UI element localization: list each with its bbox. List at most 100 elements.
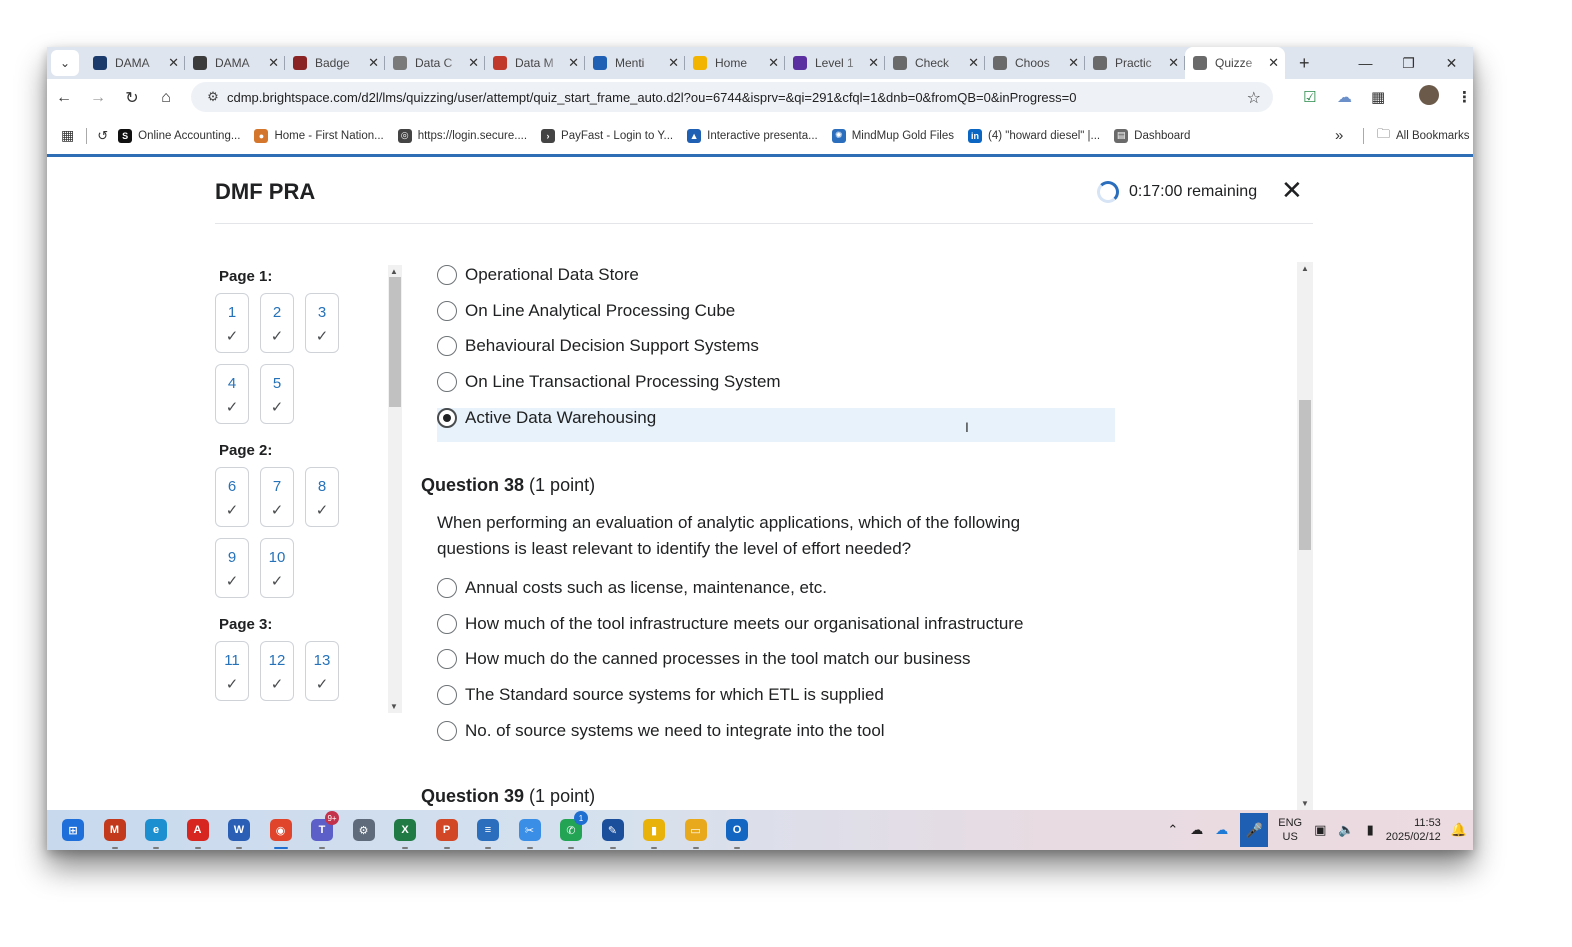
scroll-down-icon[interactable]: ▼ bbox=[390, 702, 398, 711]
minimize-button[interactable]: — bbox=[1344, 47, 1387, 79]
network-icon[interactable]: ▣ bbox=[1314, 822, 1326, 838]
tab-11[interactable]: Practic ✕ bbox=[1085, 47, 1185, 79]
tab-9[interactable]: Check ✕ bbox=[885, 47, 985, 79]
acrobat-taskbar-icon[interactable]: A bbox=[183, 815, 213, 849]
edge-taskbar-icon[interactable]: e bbox=[141, 815, 171, 849]
question-nav-button[interactable]: 5 ✓ bbox=[260, 364, 294, 424]
question-nav-button[interactable]: 6 ✓ bbox=[215, 467, 249, 527]
excel-taskbar-icon[interactable]: X bbox=[390, 815, 420, 849]
close-tab-icon[interactable]: ✕ bbox=[768, 55, 779, 71]
radio-button[interactable] bbox=[437, 265, 457, 285]
radio-button[interactable] bbox=[437, 408, 457, 428]
extensions-puzzle-icon[interactable]: ▦ bbox=[1371, 88, 1385, 106]
answer-option[interactable]: Annual costs such as license, maintenanc… bbox=[437, 578, 827, 598]
close-tab-icon[interactable]: ✕ bbox=[668, 55, 679, 71]
bookmark-item[interactable]: S Online Accounting... bbox=[118, 128, 240, 143]
question-nav-button[interactable]: 2 ✓ bbox=[260, 293, 294, 353]
bookmark-item[interactable]: in (4) "howard diesel" |... bbox=[967, 128, 1100, 143]
content-scrollbar[interactable]: ▲ ▼ bbox=[1297, 262, 1313, 810]
close-tab-icon[interactable]: ✕ bbox=[268, 55, 279, 71]
tray-chevron-up-icon[interactable]: ⌃ bbox=[1167, 822, 1178, 838]
answer-option[interactable]: Operational Data Store bbox=[437, 265, 639, 285]
notifications-icon[interactable]: 🔔 bbox=[1451, 822, 1467, 838]
reload-button[interactable]: ↻ bbox=[115, 88, 149, 108]
onedrive-blue-icon[interactable]: ☁ bbox=[1215, 822, 1228, 838]
explorer-taskbar-icon[interactable]: ▭ bbox=[681, 815, 711, 849]
bookmark-item[interactable]: ● Home - First Nation... bbox=[254, 128, 384, 143]
question-nav-button[interactable]: 10 ✓ bbox=[260, 538, 294, 598]
forward-button[interactable]: → bbox=[81, 89, 115, 107]
close-tab-icon[interactable]: ✕ bbox=[1068, 55, 1079, 71]
start-taskbar-icon[interactable]: ⊞ bbox=[58, 815, 88, 845]
history-icon[interactable]: ↺ bbox=[97, 128, 108, 144]
close-tab-icon[interactable]: ✕ bbox=[868, 55, 879, 71]
whatsapp-taskbar-icon[interactable]: ✆ 1 bbox=[556, 811, 588, 849]
question-nav-button[interactable]: 13 ✓ bbox=[305, 641, 339, 701]
question-nav-button[interactable]: 11 ✓ bbox=[215, 641, 249, 701]
content-scroll-thumb[interactable] bbox=[1299, 400, 1311, 550]
bookmark-item[interactable]: ✺ MindMup Gold Files bbox=[831, 128, 954, 143]
answer-option[interactable]: On Line Transactional Processing System bbox=[437, 372, 781, 392]
close-tab-icon[interactable]: ✕ bbox=[1168, 55, 1179, 71]
clock[interactable]: 11:53 2025/02/12 bbox=[1386, 816, 1441, 844]
menu-kebab-icon[interactable]: ⋮ bbox=[1457, 88, 1472, 106]
radio-button[interactable] bbox=[437, 614, 457, 634]
close-window-button[interactable]: ✕ bbox=[1430, 47, 1473, 79]
notepad-taskbar-icon[interactable]: ≡ bbox=[473, 815, 503, 849]
tab-4[interactable]: Data C ✕ bbox=[385, 47, 485, 79]
profile-avatar[interactable] bbox=[1419, 85, 1439, 105]
home-button[interactable]: ⌂ bbox=[149, 89, 183, 107]
scroll-up-icon[interactable]: ▲ bbox=[390, 267, 398, 276]
navigator-scrollbar[interactable]: ▲ ▼ bbox=[388, 265, 402, 713]
question-nav-button[interactable]: 1 ✓ bbox=[215, 293, 249, 353]
tab-3[interactable]: Badge ✕ bbox=[285, 47, 385, 79]
answer-option[interactable]: On Line Analytical Processing Cube bbox=[437, 301, 735, 321]
more-bookmarks-button[interactable]: » bbox=[1335, 127, 1343, 144]
answer-option[interactable]: The Standard source systems for which ET… bbox=[437, 685, 884, 705]
radio-button[interactable] bbox=[437, 336, 457, 356]
snipping-taskbar-icon[interactable]: ✂ bbox=[515, 815, 545, 849]
close-tab-icon[interactable]: ✕ bbox=[368, 55, 379, 71]
close-tab-icon[interactable]: ✕ bbox=[968, 55, 979, 71]
scroll-up-icon[interactable]: ▲ bbox=[1301, 264, 1309, 273]
question-nav-button[interactable]: 12 ✓ bbox=[260, 641, 294, 701]
tab-12[interactable]: Quizze ✕ bbox=[1185, 47, 1285, 79]
question-nav-button[interactable]: 9 ✓ bbox=[215, 538, 249, 598]
tab-2[interactable]: DAMA ✕ bbox=[185, 47, 285, 79]
m365-taskbar-icon[interactable]: M bbox=[100, 815, 130, 849]
language-indicator[interactable]: ENG US bbox=[1278, 816, 1302, 844]
microphone-icon[interactable]: 🎤 bbox=[1240, 813, 1269, 847]
bookmark-star-icon[interactable]: ☆ bbox=[1247, 88, 1261, 108]
tab-5[interactable]: Data M ✕ bbox=[485, 47, 585, 79]
outlook-taskbar-icon[interactable]: O bbox=[722, 815, 752, 849]
chrome-taskbar-icon[interactable]: ◉ bbox=[266, 815, 296, 849]
site-info-icon[interactable]: ⚙ bbox=[199, 89, 227, 105]
all-bookmarks-button[interactable]: 🗀 All Bookmarks bbox=[1377, 125, 1470, 147]
battery-icon[interactable]: ▮ bbox=[1367, 822, 1374, 838]
shield-extension-icon[interactable]: ☑ bbox=[1303, 88, 1316, 106]
radio-button[interactable] bbox=[437, 578, 457, 598]
radio-button[interactable] bbox=[437, 649, 457, 669]
volume-icon[interactable]: 🔈 bbox=[1338, 822, 1354, 838]
navigator-scroll-thumb[interactable] bbox=[389, 277, 401, 407]
cloud-extension-icon[interactable]: ☁ bbox=[1337, 88, 1352, 106]
restore-button[interactable]: ❐ bbox=[1387, 47, 1430, 79]
close-tab-icon[interactable]: ✕ bbox=[1268, 55, 1279, 71]
back-button[interactable]: ← bbox=[47, 89, 81, 107]
close-tab-icon[interactable]: ✕ bbox=[568, 55, 579, 71]
tab-8[interactable]: Level 1 ✕ bbox=[785, 47, 885, 79]
scroll-down-icon[interactable]: ▼ bbox=[1301, 799, 1309, 808]
bookmark-item[interactable]: › PayFast - Login to Y... bbox=[541, 128, 673, 143]
close-tab-icon[interactable]: ✕ bbox=[468, 55, 479, 71]
bookmark-item[interactable]: ▲ Interactive presenta... bbox=[687, 128, 818, 143]
radio-button[interactable] bbox=[437, 372, 457, 392]
question-nav-button[interactable]: 7 ✓ bbox=[260, 467, 294, 527]
answer-option[interactable]: How much of the tool infrastructure meet… bbox=[437, 614, 1023, 634]
question-nav-button[interactable]: 8 ✓ bbox=[305, 467, 339, 527]
answer-option[interactable]: Behavioural Decision Support Systems bbox=[437, 336, 759, 356]
bookmark-item[interactable]: ▤ Dashboard bbox=[1114, 128, 1190, 143]
apps-grid-icon[interactable]: ▦ bbox=[61, 127, 74, 144]
whiteboard-taskbar-icon[interactable]: ✎ bbox=[598, 815, 628, 849]
tab-7[interactable]: Home ✕ bbox=[685, 47, 785, 79]
powerbi-taskbar-icon[interactable]: ▮ bbox=[639, 815, 669, 849]
